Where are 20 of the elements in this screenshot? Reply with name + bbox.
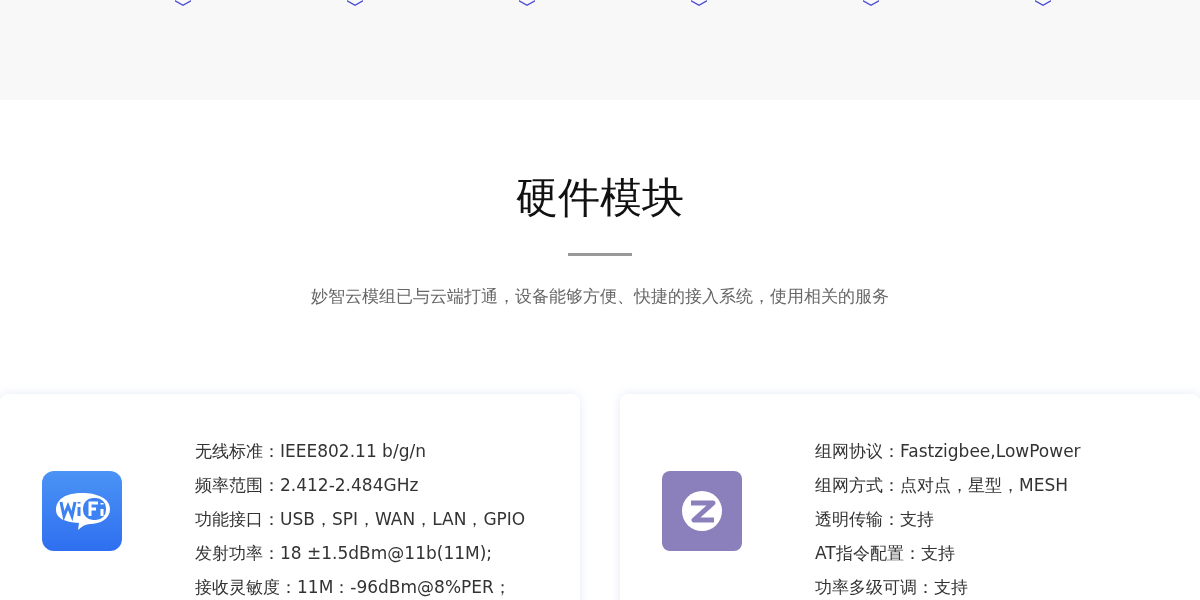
spec-line: 无线标准：IEEE802.11 b/g/n <box>195 440 427 463</box>
spec-line: 透明传输：支持 <box>815 508 935 531</box>
spec-line: AT指令配置：支持 <box>815 542 956 565</box>
section-title: 硬件模块 <box>515 172 685 224</box>
spec-line: 接收灵敏度：11M：-96dBm@8%PER； <box>195 576 512 599</box>
spec-line: 组网方式：点对点，星型，MESH <box>815 474 1069 497</box>
chevron-icon <box>691 0 707 6</box>
chevron-icon <box>863 0 879 6</box>
chevron-icon <box>175 0 191 6</box>
chevron-icon <box>1035 0 1051 6</box>
section-subtitle: 妙智云模组已与云端打通，设备能够方便、快捷的接入系统，使用相关的服务 <box>310 285 890 308</box>
spec-line: 发射功率：18 ±1.5dBm@11b(11M); <box>195 542 494 565</box>
chevron-icon <box>519 0 535 6</box>
spec-line: 组网协议：Fastzigbee,LowPower <box>815 440 1081 463</box>
spec-line: 频率范围：2.412-2.484GHz <box>195 474 420 497</box>
chevron-icon <box>347 0 363 6</box>
spec-line: 功率多级可调：支持 <box>815 576 969 599</box>
z-logo-icon <box>662 471 742 551</box>
wifi-logo-icon <box>42 471 122 551</box>
spec-line: 功能接口：USB，SPI，WAN，LAN，GPIO <box>195 508 526 531</box>
